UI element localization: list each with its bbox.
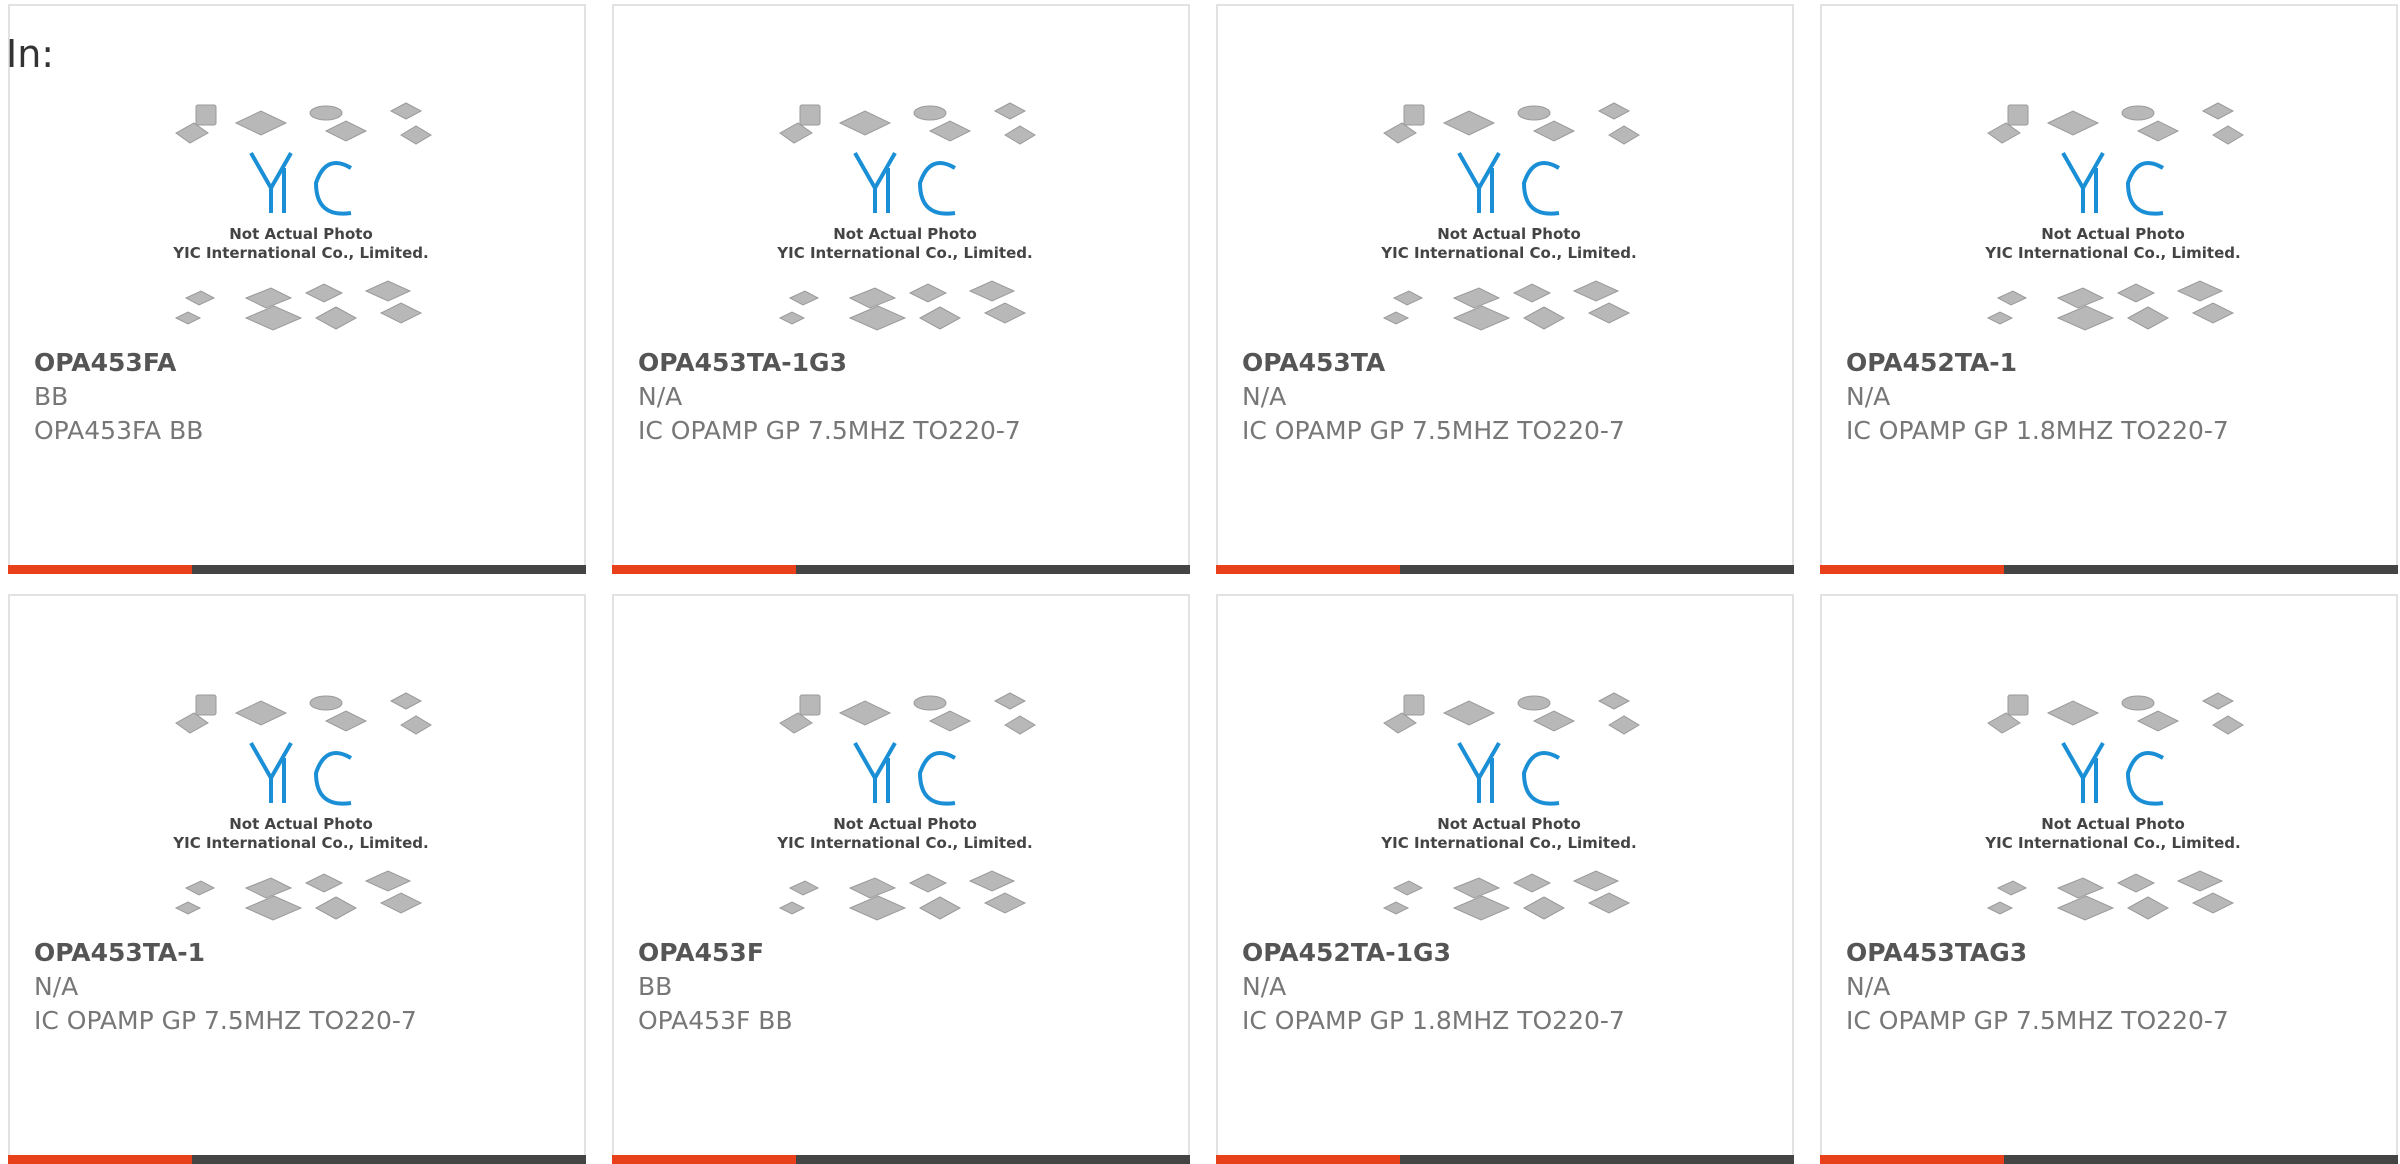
description: IC OPAMP GP 7.5MHZ TO220-7 [34, 1006, 417, 1035]
note-line2: YIC International Co., Limited. [172, 834, 428, 852]
page-label: In: [6, 32, 55, 76]
part-number[interactable]: OPA453TA-1G3 [638, 346, 1178, 380]
product-info: OPA452TA-1 N/A IC OPAMP GP 1.8MHZ TO220-… [1846, 346, 2386, 448]
description: IC OPAMP GP 7.5MHZ TO220-7 [1242, 416, 1625, 445]
not-actual-photo-image: Not Actual Photo YIC International Co., … [776, 102, 1036, 331]
card-bottom-bar [1216, 1155, 1794, 1164]
yic-logo [853, 742, 957, 806]
note-line1: Not Actual Photo [1437, 225, 1581, 243]
product-info: OPA453TAG3 N/A IC OPAMP GP 7.5MHZ TO220-… [1846, 936, 2386, 1038]
product-info: OPA453TA-1 N/A IC OPAMP GP 7.5MHZ TO220-… [34, 936, 574, 1038]
product-card[interactable]: Not Actual Photo YIC International Co., … [8, 4, 586, 574]
part-number[interactable]: OPA452TA-1G3 [1242, 936, 1782, 970]
part-number[interactable]: OPA453TA [1242, 346, 1782, 380]
part-number[interactable]: OPA453TA-1 [34, 936, 574, 970]
note-line1: Not Actual Photo [229, 225, 373, 243]
manufacturer: N/A [1242, 972, 1287, 1001]
card-bottom-bar [612, 1155, 1190, 1164]
not-actual-photo-image: Not Actual Photo YIC International Co., … [1984, 692, 2244, 921]
part-number[interactable]: OPA453FA [34, 346, 574, 380]
note-line2: YIC International Co., Limited. [1380, 834, 1636, 852]
product-card[interactable]: Not Actual Photo YIC International Co., … [612, 594, 1190, 1164]
product-info: OPA453FA BB OPA453FA BB [34, 346, 574, 448]
description: IC OPAMP GP 1.8MHZ TO220-7 [1242, 1006, 1625, 1035]
note-line1: Not Actual Photo [2041, 815, 2185, 833]
note-line2: YIC International Co., Limited. [1380, 244, 1636, 262]
card-bottom-bar [8, 1155, 586, 1164]
manufacturer: BB [34, 382, 69, 411]
description: IC OPAMP GP 1.8MHZ TO220-7 [1846, 416, 2229, 445]
not-actual-photo-image: Not Actual Photo YIC International Co., … [1380, 692, 1640, 921]
not-actual-photo-image: Not Actual Photo YIC International Co., … [1984, 102, 2244, 331]
note-line1: Not Actual Photo [229, 815, 373, 833]
product-info: OPA453TA N/A IC OPAMP GP 7.5MHZ TO220-7 [1242, 346, 1782, 448]
product-card[interactable]: Not Actual Photo YIC International Co., … [612, 4, 1190, 574]
card-bottom-bar [1820, 565, 2398, 574]
note-line2: YIC International Co., Limited. [776, 244, 1032, 262]
product-card[interactable]: Not Actual Photo YIC International Co., … [8, 594, 586, 1164]
manufacturer: N/A [1846, 382, 1891, 411]
product-card[interactable]: Not Actual Photo YIC International Co., … [1216, 594, 1794, 1164]
yic-logo [2061, 152, 2165, 216]
note-line2: YIC International Co., Limited. [172, 244, 428, 262]
manufacturer: N/A [1846, 972, 1891, 1001]
description: IC OPAMP GP 7.5MHZ TO220-7 [1846, 1006, 2229, 1035]
not-actual-photo-image: Not Actual Photo YIC International Co., … [776, 692, 1036, 921]
yic-logo [249, 742, 353, 806]
part-number[interactable]: OPA453TAG3 [1846, 936, 2386, 970]
product-card[interactable]: Not Actual Photo YIC International Co., … [1820, 4, 2398, 574]
note-line1: Not Actual Photo [833, 225, 977, 243]
yic-logo [1457, 152, 1561, 216]
note-line1: Not Actual Photo [833, 815, 977, 833]
card-bottom-bar [1820, 1155, 2398, 1164]
manufacturer: N/A [638, 382, 683, 411]
yic-logo [853, 152, 957, 216]
product-info: OPA452TA-1G3 N/A IC OPAMP GP 1.8MHZ TO22… [1242, 936, 1782, 1038]
manufacturer: N/A [34, 972, 79, 1001]
yic-logo [249, 152, 353, 216]
yic-logo [2061, 742, 2165, 806]
card-bottom-bar [8, 565, 586, 574]
not-actual-photo-image: Not Actual Photo YIC International Co., … [172, 102, 432, 331]
product-info: OPA453F BB OPA453F BB [638, 936, 1178, 1038]
product-card[interactable]: Not Actual Photo YIC International Co., … [1820, 594, 2398, 1164]
manufacturer: N/A [1242, 382, 1287, 411]
part-number[interactable]: OPA452TA-1 [1846, 346, 2386, 380]
description: OPA453F BB [638, 1006, 793, 1035]
card-bottom-bar [1216, 565, 1794, 574]
note-line1: Not Actual Photo [1437, 815, 1581, 833]
note-line2: YIC International Co., Limited. [1984, 834, 2240, 852]
note-line2: YIC International Co., Limited. [776, 834, 1032, 852]
not-actual-photo-image: Not Actual Photo YIC International Co., … [1380, 102, 1640, 331]
note-line1: Not Actual Photo [2041, 225, 2185, 243]
product-info: OPA453TA-1G3 N/A IC OPAMP GP 7.5MHZ TO22… [638, 346, 1178, 448]
description: OPA453FA BB [34, 416, 204, 445]
part-number[interactable]: OPA453F [638, 936, 1178, 970]
manufacturer: BB [638, 972, 673, 1001]
product-card[interactable]: Not Actual Photo YIC International Co., … [1216, 4, 1794, 574]
not-actual-photo-image: Not Actual Photo YIC International Co., … [172, 692, 432, 921]
card-bottom-bar [612, 565, 1190, 574]
description: IC OPAMP GP 7.5MHZ TO220-7 [638, 416, 1021, 445]
yic-logo [1457, 742, 1561, 806]
note-line2: YIC International Co., Limited. [1984, 244, 2240, 262]
